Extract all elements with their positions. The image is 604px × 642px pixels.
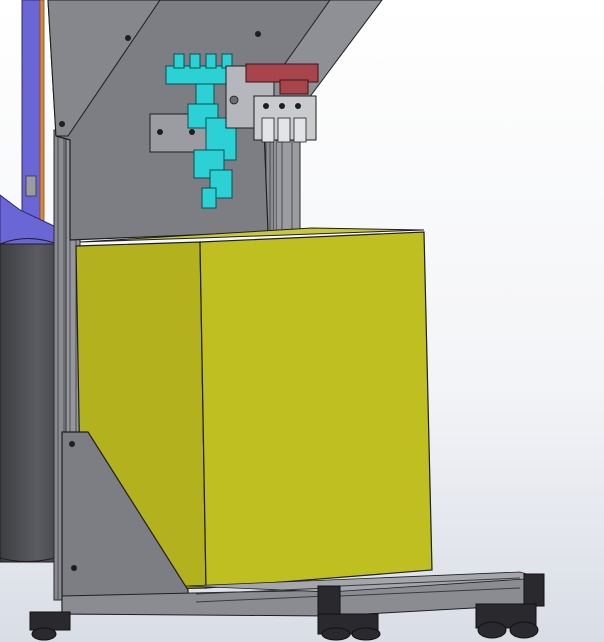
cad-scene[interactable] bbox=[0, 0, 604, 642]
purple-panel-icon[interactable] bbox=[21, 0, 45, 223]
drum-icon[interactable] bbox=[0, 237, 63, 563]
cad-viewport[interactable] bbox=[0, 0, 604, 642]
